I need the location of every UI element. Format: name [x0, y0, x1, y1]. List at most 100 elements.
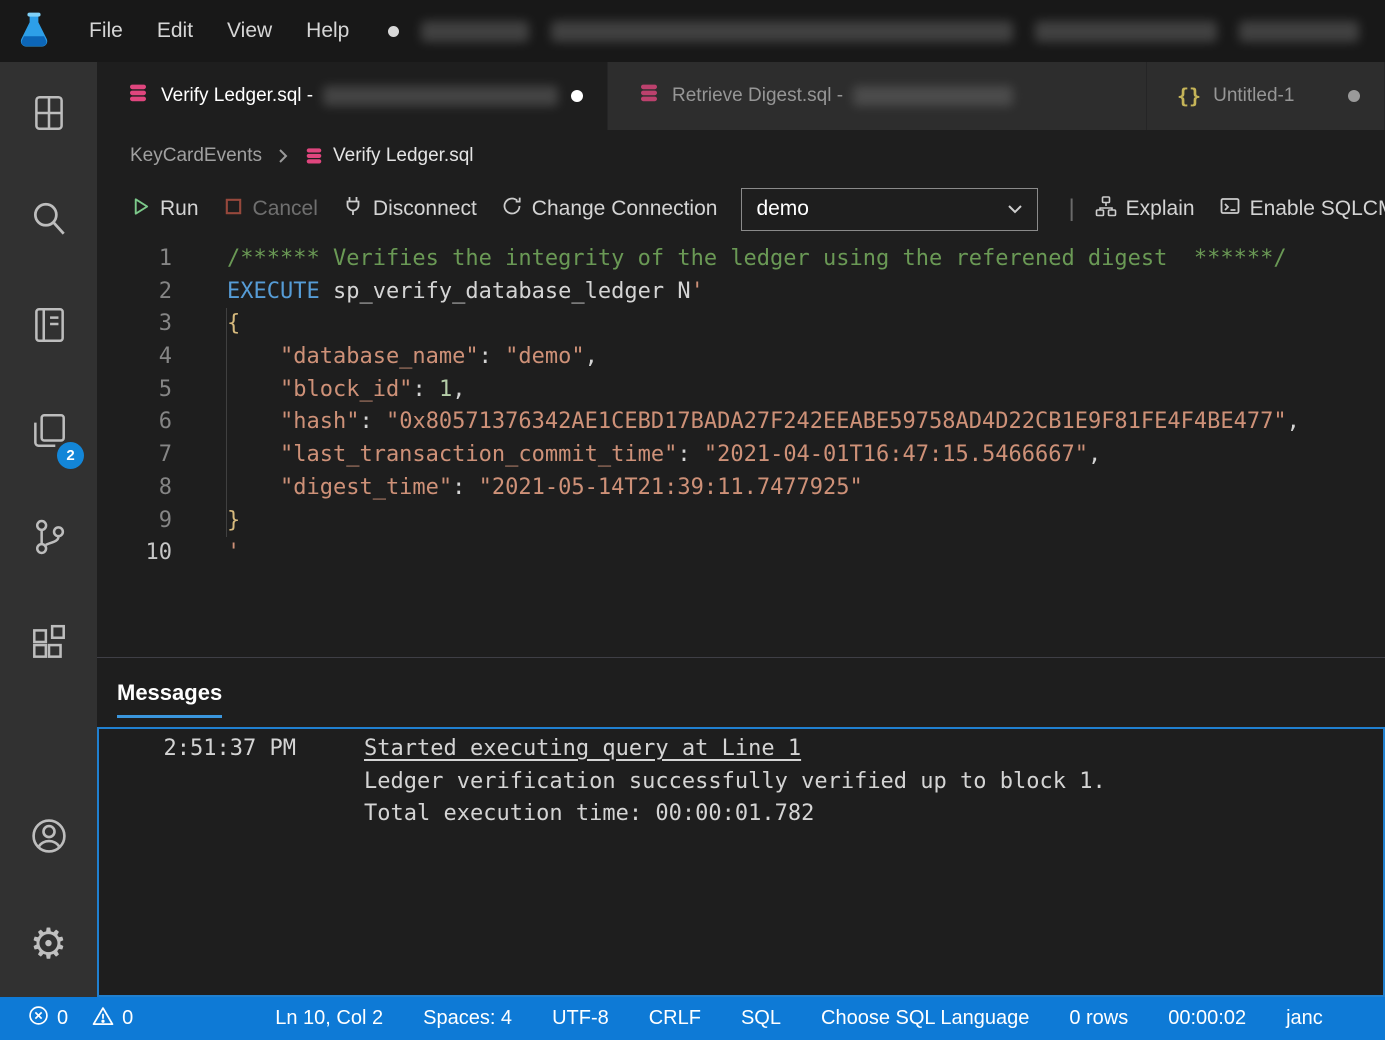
chevron-down-icon: [1005, 199, 1025, 219]
code-line[interactable]: 1 /****** Verifies the integrity of the l…: [97, 243, 1385, 276]
code-line[interactable]: 3{: [97, 308, 1385, 341]
line-number: 9: [97, 505, 172, 538]
line-number: 7: [97, 439, 172, 472]
window-title: [388, 21, 1359, 42]
language-picker[interactable]: Choose SQL Language: [821, 1007, 1029, 1030]
run-button[interactable]: Run: [130, 196, 199, 223]
explain-button[interactable]: Explain: [1095, 195, 1195, 223]
activity-item-source-control[interactable]: [0, 486, 97, 592]
redacted-text: [1239, 21, 1359, 42]
error-count[interactable]: 0: [28, 1005, 68, 1032]
database-dropdown[interactable]: demo: [741, 188, 1038, 231]
app-logo-icon: [12, 9, 56, 53]
line-number: 10: [97, 537, 172, 570]
change-connection-button[interactable]: Change Connection: [501, 195, 718, 223]
execution-time[interactable]: 00:00:02: [1168, 1007, 1246, 1030]
message-row: 2:51:37 PM Started executing query at Lin…: [99, 733, 1383, 766]
enable-sqlcmd-label: Enable SQLCMD: [1250, 197, 1385, 221]
activity-item-search[interactable]: [0, 168, 97, 274]
breadcrumb-file[interactable]: Verify Ledger.sql: [333, 145, 473, 167]
cancel-label: Cancel: [253, 197, 318, 221]
indent-guide: [226, 308, 227, 537]
message-link[interactable]: Started executing query at Line 1: [364, 733, 801, 766]
code-text: ': [227, 537, 240, 570]
tab-messages[interactable]: Messages: [117, 680, 222, 718]
warning-count[interactable]: 0: [92, 1005, 133, 1033]
menu-view[interactable]: View: [210, 19, 289, 43]
tab-verify-ledger[interactable]: Verify Ledger.sql -: [97, 62, 608, 130]
activity-item-account[interactable]: [0, 785, 97, 891]
breadcrumb-folder[interactable]: KeyCardEvents: [130, 145, 262, 167]
error-count-value: 0: [57, 1007, 68, 1030]
notebook-icon: [28, 304, 70, 351]
results-panel: Messages 2:51:37 PM Started executing que…: [97, 657, 1385, 997]
cancel-button[interactable]: Cancel: [223, 196, 318, 223]
tab-label: Untitled-1: [1213, 85, 1294, 107]
menu-edit[interactable]: Edit: [140, 19, 210, 43]
breadcrumb: KeyCardEvents Verify Ledger.sql: [97, 130, 1385, 182]
toolbar-separator: |: [1068, 195, 1074, 223]
redacted-text: [1035, 21, 1217, 42]
code-line[interactable]: 8 "digest_time": "2021-05-14T21:39:11.74…: [97, 472, 1385, 505]
disconnect-button[interactable]: Disconnect: [342, 195, 477, 223]
code-text: /****** Verifies the integrity of the le…: [227, 243, 1287, 276]
code-text: "last_transaction_commit_time": "2021-04…: [227, 439, 1101, 472]
braces-file-icon: {}: [1177, 84, 1201, 108]
tab-retrieve-digest[interactable]: Retrieve Digest.sql -: [608, 62, 1147, 130]
line-number: 3: [97, 308, 172, 341]
editor-tab-bar: Verify Ledger.sql - Retrieve Digest.sql …: [97, 62, 1385, 130]
code-line[interactable]: 6 "hash": "0x80571376342AE1CEBD17BADA27F…: [97, 406, 1385, 439]
gear-icon: ⚙: [30, 923, 68, 965]
panel-header: Messages: [97, 658, 1385, 727]
code-line[interactable]: 9}: [97, 505, 1385, 538]
status-bar: 0 0 Ln 10, Col 2 Spaces: 4 UTF-8 CRLF SQ…: [0, 997, 1385, 1040]
encoding-setting[interactable]: UTF-8: [552, 1007, 609, 1030]
code-line[interactable]: 2EXECUTE sp_verify_database_ledger N': [97, 276, 1385, 309]
database-dropdown-value: demo: [756, 197, 809, 221]
activity-item-notebooks[interactable]: [0, 274, 97, 380]
search-icon: [28, 198, 70, 245]
enable-sqlcmd-button[interactable]: Enable SQLCMD: [1219, 195, 1385, 223]
eol-setting[interactable]: CRLF: [649, 1007, 701, 1030]
tab-untitled-1[interactable]: {} Untitled-1: [1147, 62, 1385, 130]
message-timestamp: 2:51:37 PM: [99, 733, 296, 766]
redacted-text: [421, 21, 529, 42]
line-number: 4: [97, 341, 172, 374]
database-file-icon: [304, 146, 324, 166]
app-window: File Edit View Help: [0, 0, 1385, 1040]
code-text: "database_name": "demo",: [227, 341, 598, 374]
code-editor[interactable]: 1 /****** Verifies the integrity of the l…: [97, 236, 1385, 657]
database-file-icon: [638, 82, 660, 110]
extensions-icon: [28, 622, 70, 669]
cursor-position[interactable]: Ln 10, Col 2: [275, 1007, 383, 1030]
explain-plan-icon: [1095, 195, 1117, 223]
modified-dot: [1348, 90, 1360, 102]
activity-bar: 2: [0, 62, 97, 997]
code-line[interactable]: 7 "last_transaction_commit_time": "2021-…: [97, 439, 1385, 472]
menu-file[interactable]: File: [72, 19, 140, 43]
activity-item-extensions[interactable]: [0, 592, 97, 698]
modified-dot: [388, 26, 399, 37]
row-count[interactable]: 0 rows: [1069, 1007, 1128, 1030]
code-line[interactable]: 5 "block_id": 1,: [97, 374, 1385, 407]
code-text: "block_id": 1,: [227, 374, 465, 407]
activity-badge: 2: [57, 442, 84, 469]
code-text: }: [227, 505, 240, 538]
code-line[interactable]: 10 ': [97, 537, 1385, 570]
indentation-setting[interactable]: Spaces: 4: [423, 1007, 512, 1030]
language-mode[interactable]: SQL: [741, 1007, 781, 1030]
menu-help[interactable]: Help: [289, 19, 366, 43]
line-number: 1: [97, 243, 172, 276]
activity-item-connections[interactable]: [0, 62, 97, 168]
message-timestamp: [99, 766, 296, 799]
activity-item-explorer[interactable]: 2: [0, 380, 97, 486]
explain-label: Explain: [1126, 197, 1195, 221]
message-row: Total execution time: 00:00:01.782: [99, 798, 1383, 831]
messages-list: 2:51:37 PM Started executing query at Lin…: [99, 733, 1383, 831]
line-number: 2: [97, 276, 172, 309]
activity-item-settings[interactable]: ⚙: [0, 891, 97, 997]
messages-area[interactable]: 2:51:37 PM Started executing query at Lin…: [97, 727, 1385, 997]
account-name[interactable]: janc: [1286, 1007, 1323, 1030]
code-line[interactable]: 4 "database_name": "demo",: [97, 341, 1385, 374]
warning-count-value: 0: [122, 1007, 133, 1030]
